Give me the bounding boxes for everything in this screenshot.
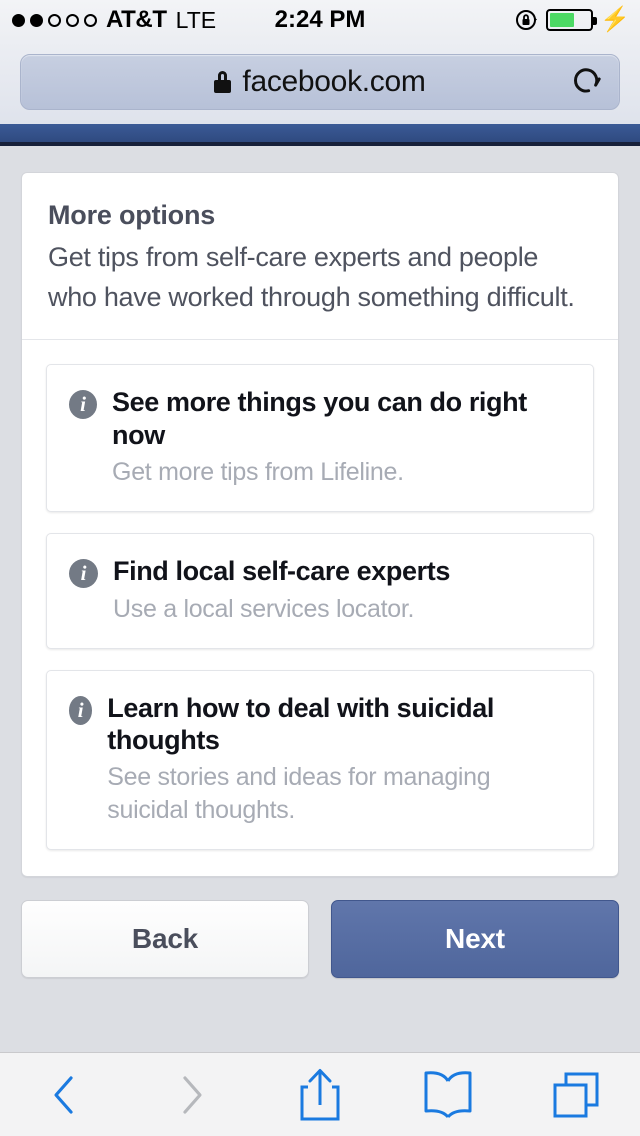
charging-bolt-icon: ⚡ xyxy=(600,6,630,33)
share-icon xyxy=(300,1068,340,1120)
facebook-navbar xyxy=(0,124,640,146)
option-description: Get more tips from Lifeline. xyxy=(112,458,404,487)
battery-icon xyxy=(546,9,598,31)
back-button[interactable]: Back xyxy=(21,900,309,979)
info-icon: i xyxy=(69,390,98,420)
footer-button-row: Back Next xyxy=(21,900,619,979)
status-bar-right: ⚡ xyxy=(515,8,630,32)
card-header: More options Get tips from self-care exp… xyxy=(22,173,618,341)
options-list: i See more things you can do right now G… xyxy=(22,340,618,876)
address-bar[interactable]: facebook.com xyxy=(20,54,620,110)
option-title: See more things you can do right now xyxy=(112,387,527,450)
page-content: More options Get tips from self-care exp… xyxy=(0,150,640,1052)
tabs-icon xyxy=(553,1072,599,1117)
option-text: Find local self-care experts Use a local… xyxy=(113,555,571,625)
more-options-card: More options Get tips from self-care exp… xyxy=(21,172,619,878)
safari-top-bar: facebook.com xyxy=(0,40,640,124)
option-text: See more things you can do right now Get… xyxy=(112,386,571,489)
list-item[interactable]: i Find local self-care experts Use a loc… xyxy=(46,533,594,649)
forward-nav-button[interactable] xyxy=(128,1053,256,1136)
bookmarks-button[interactable] xyxy=(384,1053,512,1136)
info-icon: i xyxy=(69,559,98,589)
option-title: Learn how to deal with suicidal thoughts xyxy=(107,692,494,755)
tabs-button[interactable] xyxy=(512,1053,640,1136)
reload-icon[interactable] xyxy=(569,65,603,99)
safari-bottom-toolbar xyxy=(0,1052,640,1136)
list-item[interactable]: i See more things you can do right now G… xyxy=(46,364,594,513)
card-subtitle: Get tips from self-care experts and peop… xyxy=(48,242,575,312)
list-item[interactable]: i Learn how to deal with suicidal though… xyxy=(46,669,594,851)
lock-icon xyxy=(214,71,232,93)
chevron-right-icon xyxy=(183,1075,202,1114)
page-title: More options xyxy=(48,200,216,230)
share-button[interactable] xyxy=(256,1053,384,1136)
option-description: See stories and ideas for managing suici… xyxy=(107,763,491,825)
address-bar-content: facebook.com xyxy=(214,65,426,99)
ios-status-bar: AT&T LTE 2:24 PM ⚡ xyxy=(0,0,640,40)
option-title: Find local self-care experts xyxy=(113,556,450,587)
back-nav-button[interactable] xyxy=(0,1053,128,1136)
phone-screen: AT&T LTE 2:24 PM ⚡ facebook.com More opt… xyxy=(0,0,640,1136)
option-description: Use a local services locator. xyxy=(113,594,415,623)
option-text: Learn how to deal with suicidal thoughts… xyxy=(107,692,571,828)
next-button[interactable]: Next xyxy=(331,900,619,979)
chevron-left-icon xyxy=(54,1075,73,1114)
url-label: facebook.com xyxy=(242,65,426,98)
book-icon xyxy=(424,1070,472,1118)
rotation-lock-icon xyxy=(516,10,538,30)
info-icon: i xyxy=(69,695,93,725)
